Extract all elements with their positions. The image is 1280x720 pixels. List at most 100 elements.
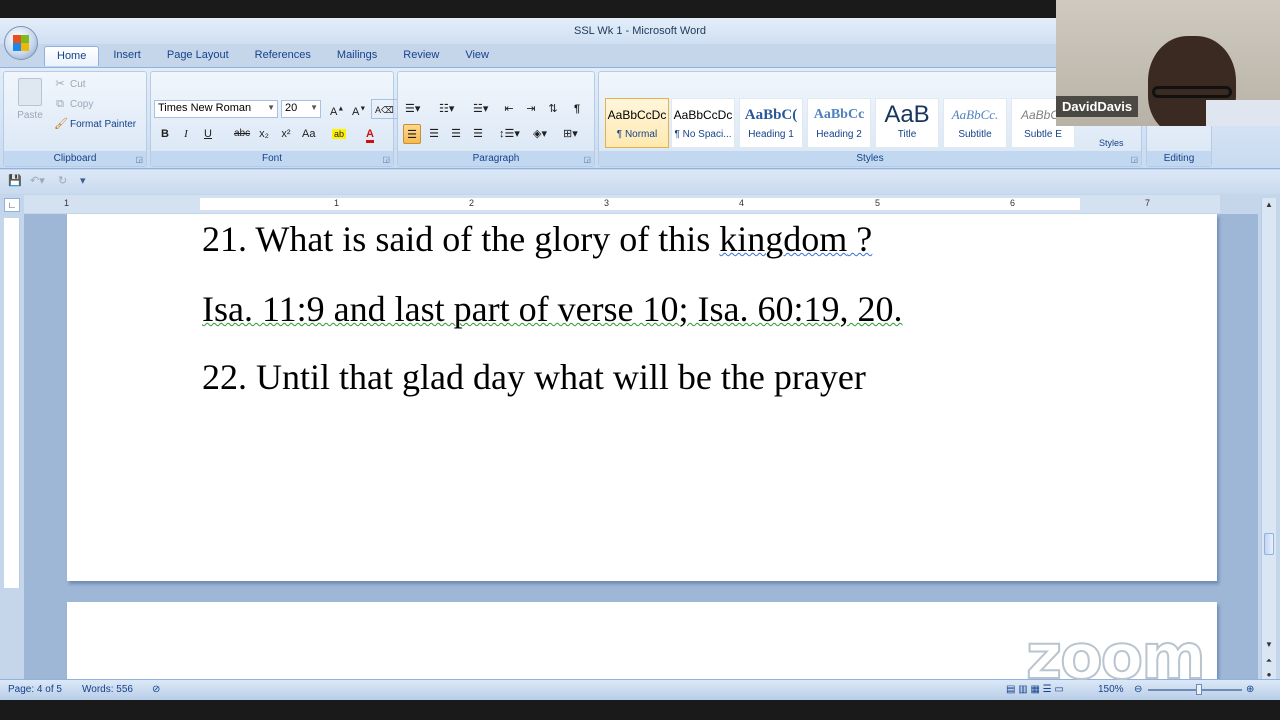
shrink-font-icon: A▼ [352,105,367,118]
screen: SSL Wk 1 - Microsoft Word Home Insert Pa… [0,0,1280,720]
style-subtitle[interactable]: AaBbCc. Subtitle [943,98,1007,148]
cut-button[interactable]: ✂ Cut [54,78,86,90]
font-group: Times New Roman ▼ 20 ▼ A▲ A▼ A⌫ B I U abc … [150,71,398,167]
superscript-button[interactable]: x² [277,124,295,144]
previous-page-icon[interactable]: ⏶ [1262,654,1276,668]
style-heading-1[interactable]: AaBbC( Heading 1 [739,98,803,148]
font-color-button[interactable]: A [361,124,379,144]
document-line-2[interactable]: Isa. 11:9 and last part of verse 10; Isa… [202,288,903,330]
paint-bucket-icon: ◈▾ [533,128,547,140]
cut-label: Cut [70,78,86,90]
justify-icon: ☰ [473,128,483,140]
strikethrough-button[interactable]: abc [231,124,253,144]
font-size-value: 20 [285,102,298,114]
align-center-button[interactable]: ☰ [425,124,443,144]
shrink-font-button[interactable]: A▼ [349,99,369,119]
tab-review[interactable]: Review [391,46,451,66]
participant-glasses [1152,86,1232,98]
proofing-icon[interactable]: ⊘ [152,684,160,695]
style-sample: AaBbCc. [951,107,999,122]
ruler-number: 6 [1010,198,1016,208]
tab-insert[interactable]: Insert [101,46,153,66]
italic-button[interactable]: I [177,124,195,144]
styles-launcher-icon[interactable]: ◲ [1130,155,1138,164]
tab-mailings[interactable]: Mailings [325,46,389,66]
tab-references[interactable]: References [243,46,323,66]
document-line-1[interactable]: 21. What is said of the glory of this ki… [202,218,872,260]
scroll-thumb[interactable] [1264,533,1274,555]
tab-selector[interactable]: ∟ [4,198,20,212]
clear-formatting-button[interactable]: A⌫ [371,99,398,119]
align-right-button[interactable]: ☰ [447,124,465,144]
line-spacing-button[interactable]: ↕☰▾ [496,124,523,144]
change-styles-button[interactable]: Styles [1099,138,1124,148]
vertical-ruler[interactable] [4,218,20,588]
participant-name: DavidDavis [1056,96,1139,117]
line-spacing-icon: ↕☰▾ [499,128,520,140]
tab-home[interactable]: Home [44,46,100,66]
decrease-indent-button[interactable]: ⇤ [500,99,518,119]
borders-button[interactable]: ⊞▾ [560,124,581,144]
clipboard-launcher-icon[interactable]: ◲ [135,155,143,164]
zoom-in-icon[interactable]: ⊕ [1246,684,1254,695]
shading-button[interactable]: ◈▾ [530,124,550,144]
save-icon[interactable]: 💾 [8,174,22,187]
grow-font-button[interactable]: A▲ [327,99,347,119]
ruler-number: 3 [604,198,610,208]
style-normal[interactable]: AaBbCcDc ¶ Normal [605,98,669,148]
style-heading-2[interactable]: AaBbCc Heading 2 [807,98,871,148]
scissors-icon: ✂ [55,78,65,90]
scroll-down-icon[interactable]: ▼ [1262,638,1276,652]
tab-view[interactable]: View [453,46,501,66]
multilevel-list-button[interactable]: ☱▾ [470,99,491,119]
paragraph-launcher-icon[interactable]: ◲ [583,155,591,164]
show-formatting-button[interactable]: ¶ [568,99,586,119]
paste-label: Paste [17,110,43,121]
font-name-combo[interactable]: Times New Roman ▼ [154,100,278,118]
participant-shirt [1206,100,1280,126]
ruler-number: 5 [875,198,881,208]
scroll-up-icon[interactable]: ▲ [1262,198,1276,212]
subscript-button[interactable]: x₂ [255,124,273,144]
zoom-watermark: zoom [1025,619,1207,694]
numbering-button[interactable]: ☷▾ [436,99,457,119]
document-line-3[interactable]: 22. Until that glad day what will be the… [202,356,866,398]
font-launcher-icon[interactable]: ◲ [382,155,390,164]
redo-icon[interactable]: ↻ [58,174,67,187]
highlight-button[interactable]: ab [329,124,349,144]
ruler-number: 7 [1145,198,1151,208]
bullets-button[interactable]: ☰▾ [402,99,423,119]
clipboard-group: Paste ✂ Cut ⧉ Copy 🖌 Format Painter Clipboa… [3,71,147,167]
align-left-icon: ☰ [407,129,417,141]
customize-toolbar-icon[interactable]: ▾ [80,174,86,187]
page-indicator[interactable]: Page: 4 of 5 [8,684,62,695]
paste-button[interactable]: Paste [10,76,50,136]
word-count[interactable]: Words: 556 [82,684,133,695]
justify-button[interactable]: ☰ [469,124,487,144]
copy-icon: ⧉ [56,98,64,110]
underline-button[interactable]: U [199,124,217,144]
multilevel-list-icon: ☱▾ [473,103,489,115]
vertical-scrollbar[interactable]: ▲ ▼ ⏶ ● ⏷ [1261,198,1276,698]
format-painter-label: Format Painter [70,118,137,130]
increase-indent-icon: ⇥ [526,103,536,115]
style-no-spacing[interactable]: AaBbCcDc ¶ No Spaci... [671,98,735,148]
tab-page-layout[interactable]: Page Layout [155,46,241,66]
copy-button[interactable]: ⧉ Copy [54,98,93,110]
align-left-button[interactable]: ☰ [403,124,421,144]
copy-label: Copy [70,98,94,110]
horizontal-ruler[interactable]: 1 1 2 3 4 5 6 7 [24,195,1220,213]
style-title[interactable]: AaB Title [875,98,939,148]
chevron-down-icon: ▼ [267,103,275,112]
style-name: ¶ No Spaci... [674,129,732,140]
undo-icon[interactable]: ↶▾ [30,174,45,187]
sort-button[interactable]: ⇅ [544,99,562,119]
increase-indent-button[interactable]: ⇥ [522,99,540,119]
bold-button[interactable]: B [156,124,174,144]
quick-access-toolbar: 💾 ↶▾ ↻ ▾ [0,170,1280,194]
format-painter-button[interactable]: 🖌 Format Painter [54,118,136,130]
font-size-combo[interactable]: 20 ▼ [281,100,321,118]
change-case-button[interactable]: Aa [299,124,318,144]
office-button[interactable] [4,26,38,60]
font-label: Font [151,151,393,166]
